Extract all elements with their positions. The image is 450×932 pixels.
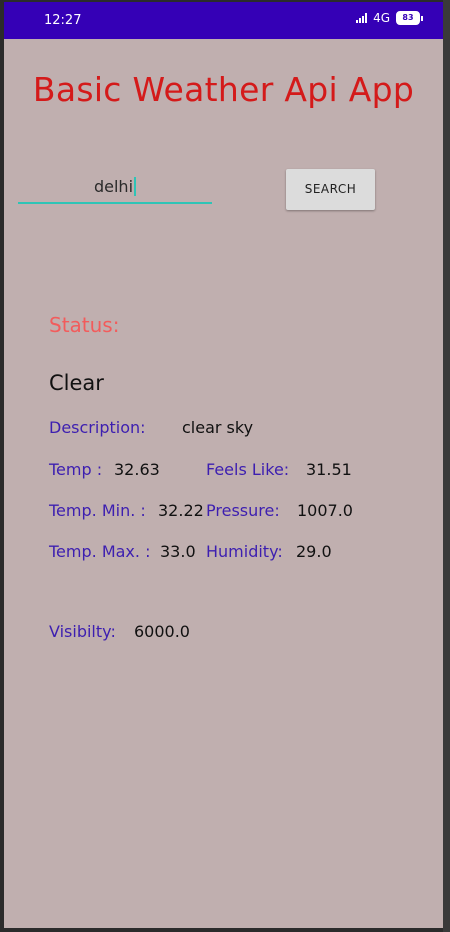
app-title: Basic Weather Api App bbox=[32, 70, 415, 109]
visibility-label: Visibilty: bbox=[49, 622, 116, 641]
ide-side-panel-edge bbox=[443, 0, 450, 932]
status-time: 12:27 bbox=[44, 13, 82, 28]
status-label: Status: bbox=[49, 313, 120, 337]
network-type: 4G bbox=[373, 11, 390, 25]
humidity-value: 29.0 bbox=[296, 542, 332, 561]
temp-min-label: Temp. Min. : bbox=[49, 501, 146, 520]
temp-value: 32.63 bbox=[114, 460, 160, 479]
pressure-label: Pressure: bbox=[206, 501, 280, 520]
visibility-value: 6000.0 bbox=[134, 622, 190, 641]
phone-screen: 12:27 4G 83 Basic Weather Api App delhi … bbox=[4, 2, 443, 928]
battery-icon: 83 bbox=[396, 11, 423, 25]
pressure-value: 1007.0 bbox=[297, 501, 353, 520]
status-indicators: 4G 83 bbox=[356, 11, 423, 25]
feels-like-label: Feels Like: bbox=[206, 460, 290, 479]
signal-icon bbox=[356, 13, 368, 23]
status-value: Clear bbox=[49, 371, 104, 395]
city-search-value: delhi bbox=[93, 177, 134, 196]
temp-min-value: 32.22 bbox=[158, 501, 204, 520]
search-button[interactable]: SEARCH bbox=[286, 169, 375, 210]
text-cursor bbox=[134, 176, 137, 196]
city-search-input[interactable]: delhi bbox=[18, 172, 212, 204]
temp-label: Temp : bbox=[49, 460, 103, 479]
battery-level: 83 bbox=[396, 11, 420, 25]
description-label: Description: bbox=[49, 418, 146, 437]
humidity-label: Humidity: bbox=[206, 542, 283, 561]
temp-max-label: Temp. Max. : bbox=[49, 542, 151, 561]
temp-max-value: 33.0 bbox=[160, 542, 196, 561]
feels-like-value: 31.51 bbox=[306, 460, 352, 479]
status-bar: 12:27 4G 83 bbox=[4, 2, 443, 39]
description-value: clear sky bbox=[182, 418, 254, 437]
